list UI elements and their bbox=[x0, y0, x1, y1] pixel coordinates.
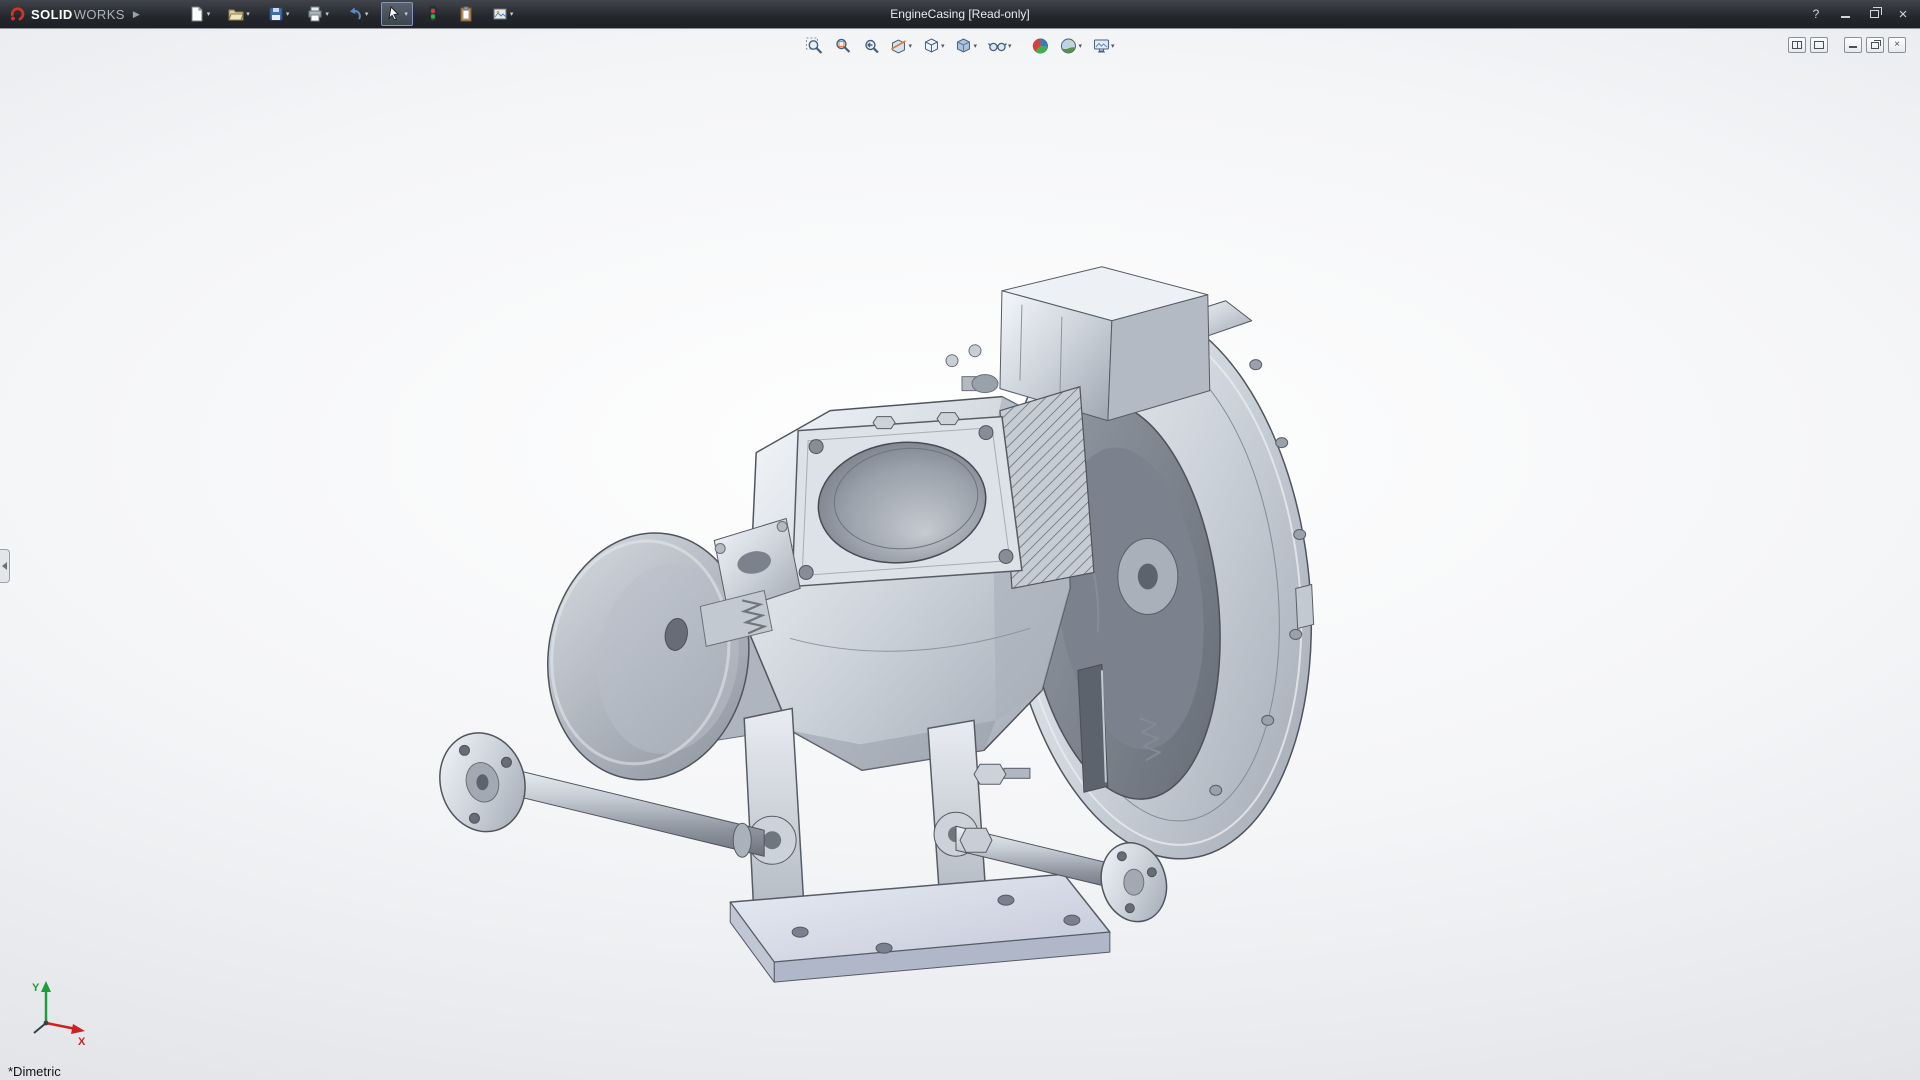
solidworks-logo-icon bbox=[8, 5, 26, 23]
minimize-icon bbox=[1841, 10, 1850, 18]
window-controls: ? × bbox=[1809, 0, 1910, 28]
new-document-icon bbox=[189, 6, 205, 22]
save-floppy-icon bbox=[268, 6, 284, 22]
open-button[interactable]: ▾ bbox=[223, 2, 255, 26]
save-button[interactable]: ▾ bbox=[263, 2, 295, 26]
titlebar-toolbar: ▾ ▾ ▾ ▾ bbox=[184, 2, 519, 26]
print-caret[interactable]: ▾ bbox=[325, 10, 329, 18]
brand-works: WORKS bbox=[74, 7, 125, 22]
open-caret[interactable]: ▾ bbox=[246, 10, 250, 18]
rebuild-stoplight-icon bbox=[426, 6, 440, 22]
titlebar: SOLIDWORKS ▶ ▾ ▾ ▾ bbox=[0, 0, 1920, 28]
triad-origin bbox=[44, 1021, 49, 1026]
restore-button[interactable] bbox=[1867, 10, 1881, 18]
select-tool-caret[interactable]: ▾ bbox=[404, 10, 408, 18]
undo-button[interactable]: ▾ bbox=[342, 2, 374, 26]
triad-x-label: X bbox=[78, 1036, 86, 1047]
carb-flange[interactable] bbox=[792, 413, 1022, 587]
clipboard-icon bbox=[458, 6, 474, 22]
app-brand: SOLIDWORKS ▶ bbox=[0, 0, 148, 28]
select-tool-button[interactable]: ▾ bbox=[381, 2, 413, 26]
save-caret[interactable]: ▾ bbox=[286, 10, 290, 18]
undo-icon bbox=[347, 6, 363, 22]
minimize-button[interactable] bbox=[1838, 10, 1852, 18]
restore-icon bbox=[1870, 10, 1879, 18]
print-button[interactable]: ▾ bbox=[302, 2, 334, 26]
rebuild-button[interactable] bbox=[421, 2, 445, 26]
brand-expand-arrow[interactable]: ▶ bbox=[133, 9, 140, 20]
graphics-viewport[interactable]: ▾ ▾ ▾ ▾ bbox=[0, 28, 1920, 1080]
select-cursor-icon bbox=[386, 6, 402, 22]
new-document-caret[interactable]: ▾ bbox=[207, 10, 211, 18]
panel-collapse-tab[interactable] bbox=[0, 549, 10, 583]
edit-task-button[interactable] bbox=[453, 2, 479, 26]
support-arm-left[interactable] bbox=[744, 708, 804, 920]
pin-fastener[interactable] bbox=[974, 764, 1030, 784]
engine-casing-model[interactable] bbox=[0, 29, 1920, 1080]
options-image-icon bbox=[492, 6, 508, 22]
view-orientation-label: *Dimetric bbox=[8, 1064, 61, 1079]
triad-y-arrow bbox=[41, 981, 51, 992]
print-icon bbox=[307, 6, 323, 22]
document-title: EngineCasing [Read-only] bbox=[890, 7, 1029, 21]
triad-x-arrow bbox=[71, 1024, 85, 1034]
help-button[interactable]: ? bbox=[1809, 8, 1823, 20]
triad-y-label: Y bbox=[32, 982, 40, 994]
brand-solid: SOLID bbox=[31, 7, 73, 22]
options-button[interactable]: ▾ bbox=[487, 2, 519, 26]
close-button[interactable]: × bbox=[1896, 7, 1910, 22]
undo-caret[interactable]: ▾ bbox=[365, 10, 369, 18]
options-caret[interactable]: ▾ bbox=[510, 10, 514, 18]
open-folder-icon bbox=[228, 6, 244, 22]
reference-triad: Y X bbox=[20, 977, 94, 1047]
collapse-arrow-icon bbox=[2, 562, 7, 570]
new-document-button[interactable]: ▾ bbox=[184, 2, 216, 26]
solidworks-window: SOLIDWORKS ▶ ▾ ▾ ▾ bbox=[0, 0, 1920, 1080]
